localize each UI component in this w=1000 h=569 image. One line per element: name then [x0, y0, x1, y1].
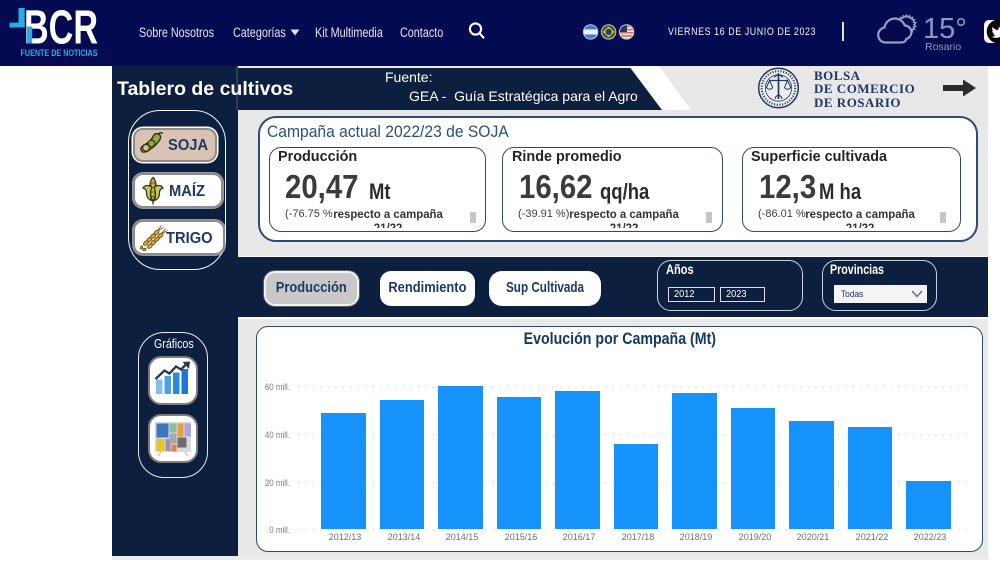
svg-text:FUENTE DE NOTICIAS: FUENTE DE NOTICIAS [21, 48, 98, 58]
svg-text:BCR: BCR [24, 2, 98, 55]
